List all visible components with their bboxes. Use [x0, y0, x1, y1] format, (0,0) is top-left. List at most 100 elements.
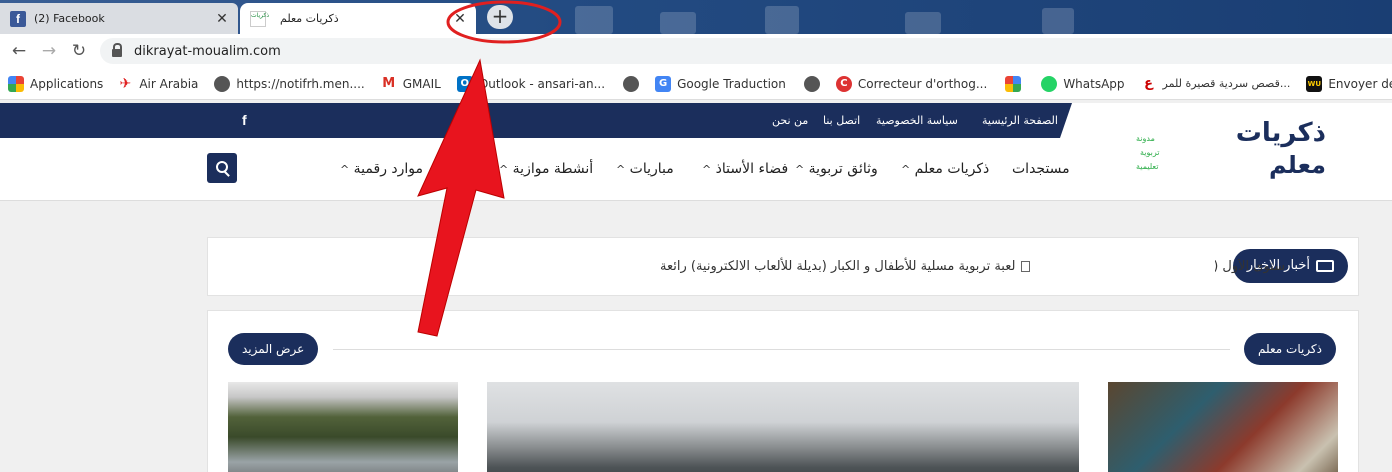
forward-arrow-icon[interactable]: →: [38, 41, 60, 61]
google-translate-icon: G: [655, 75, 672, 92]
logo-tag: مدونة: [1136, 134, 1155, 143]
new-tab-button[interactable]: +: [487, 5, 513, 29]
site-header: ذكريات معلم مدونة تربوية تعليمية مستجدات…: [0, 120, 1392, 201]
featured-post-image[interactable]: [487, 382, 1079, 472]
menu-item-documents[interactable]: ^ وثائق تربوية: [795, 161, 878, 177]
bookmark-western-union[interactable]: WU Envoyer de l'argent...: [1306, 75, 1392, 92]
menu-item-contests[interactable]: ^ مباريات: [616, 161, 674, 177]
top-link-about[interactable]: من نحن: [772, 114, 808, 127]
menu-item-teacher-space[interactable]: ^ فضاء الأستاذ: [702, 161, 788, 177]
chevron-icon: ^: [795, 163, 805, 176]
outlook-icon: O: [456, 75, 473, 92]
bookmark-arabic-stories[interactable]: ع قصص سردية قصيرة للمر...: [1140, 75, 1291, 92]
news-item[interactable]: لعبة تربوية مسلية للأطفال و الكبار (بديل…: [660, 259, 1036, 274]
google-icon: [1005, 75, 1022, 92]
site-top-bar: الصفحة الرئيسية سياسة الخصوصية اتصل بنا …: [0, 103, 1392, 138]
tab-dikrayat[interactable]: ذكريات ذكريات معلم ✕: [240, 3, 476, 34]
tab-facebook[interactable]: f (2) Facebook ✕: [0, 3, 238, 34]
top-link-contact[interactable]: اتصل بنا: [823, 114, 860, 127]
menu-label: موارد رقمية: [353, 161, 424, 177]
document-icon: [1021, 261, 1031, 272]
wu-icon: WU: [1306, 75, 1323, 92]
whatsapp-icon: [1041, 75, 1058, 92]
bookmark-outlook[interactable]: O Outlook - ansari-an...: [456, 75, 606, 92]
lock-icon: [112, 43, 122, 57]
top-bar-white-area: [1060, 103, 1392, 138]
airplane-icon: ✈: [119, 75, 132, 92]
menu-label: وثائق تربوية: [808, 161, 878, 177]
gmail-icon: M: [380, 75, 397, 92]
reload-icon[interactable]: ↻: [68, 41, 90, 61]
bookmark-label: GMAIL: [402, 76, 441, 91]
desktop-wallpaper-shape: [905, 12, 941, 34]
divider: [333, 349, 1230, 350]
logo-tag: تعليمية: [1136, 162, 1159, 171]
top-link-privacy[interactable]: سياسة الخصوصية: [876, 114, 958, 127]
menu-label: أنشطة موازية: [512, 161, 594, 177]
address-bar[interactable]: dikrayat-moualim.com: [100, 38, 1392, 64]
bookmark-label: Google Traduction: [677, 76, 786, 91]
tab-strip: f (2) Facebook ✕ ذكريات ذكريات معلم ✕ +: [0, 0, 1392, 34]
logo-second-text: معلم: [1268, 151, 1326, 179]
chevron-icon: ^: [702, 163, 712, 176]
close-tab-icon[interactable]: ✕: [214, 11, 230, 27]
reverso-icon: C: [835, 75, 852, 92]
chevron-icon: ^: [499, 163, 509, 176]
bookmark-label: WhatsApp: [1063, 76, 1125, 91]
bookmark-label: https://notifrh.men....: [236, 76, 365, 91]
bookmark-google-traduction[interactable]: G Google Traduction: [655, 75, 786, 92]
bookmark-whatsapp[interactable]: WhatsApp: [1041, 75, 1125, 92]
teacher-memories-section: ذكريات معلم عرض المزيد: [207, 310, 1359, 472]
news-item-text: لعبة تربوية مسلية للأطفال و الكبار (بديل…: [660, 259, 1016, 274]
web-page: الصفحة الرئيسية سياسة الخصوصية اتصل بنا …: [0, 101, 1392, 472]
bookmark-label: قصص سردية قصيرة للمر...: [1162, 77, 1291, 90]
bookmark-google[interactable]: [1005, 75, 1027, 92]
logo-main-text: ذكريات: [1235, 118, 1326, 148]
facebook-icon[interactable]: f: [242, 112, 247, 128]
search-button[interactable]: [207, 153, 237, 183]
menu-item-news[interactable]: مستجدات: [1012, 161, 1070, 177]
back-arrow-icon[interactable]: ←: [8, 41, 30, 61]
bookmark-label: Applications: [30, 76, 104, 91]
desktop-wallpaper-shape: [660, 12, 696, 34]
menu-label: مباريات: [629, 161, 674, 177]
bookmark-globe[interactable]: [623, 75, 645, 92]
tab-title: (2) Facebook: [34, 12, 105, 25]
chevron-icon: ^: [901, 163, 911, 176]
chevron-icon: ^: [616, 163, 626, 176]
apps-grid-icon: [8, 75, 24, 92]
site-logo[interactable]: ذكريات معلم مدونة تربوية تعليمية: [1132, 120, 1332, 194]
menu-item-activities[interactable]: ^ أنشطة موازية: [499, 161, 593, 177]
post-thumbnail[interactable]: [1108, 382, 1338, 472]
bookmark-label: Outlook - ansari-an...: [478, 76, 606, 91]
globe-icon: [623, 75, 640, 92]
menu-item-digital-resources[interactable]: ^ موارد رقمية: [340, 161, 423, 177]
desktop-wallpaper-shape: [765, 6, 799, 34]
chevron-icon: ^: [340, 163, 350, 176]
section-title: ذكريات معلم: [1244, 333, 1336, 365]
bookmark-notifrh[interactable]: https://notifrh.men....: [214, 75, 365, 92]
news-item[interactable]: ستوى الأول (CP) نموذجا: [1215, 259, 1285, 274]
menu-label: ذكريات معلم: [914, 161, 990, 177]
desktop-wallpaper-shape: [1042, 8, 1074, 34]
globe-icon: [214, 75, 231, 92]
top-link-home[interactable]: الصفحة الرئيسية: [982, 114, 1058, 127]
bookmark-globe[interactable]: [803, 75, 826, 92]
desktop-wallpaper-shape: [575, 6, 613, 34]
bookmark-gmail[interactable]: M GMAIL: [380, 75, 441, 92]
bookmark-applications[interactable]: Applications: [8, 75, 104, 92]
bookmark-correcteur[interactable]: C Correcteur d'orthog...: [835, 75, 988, 92]
site-favicon: ذكريات: [250, 10, 269, 27]
more-button[interactable]: عرض المزيد: [228, 333, 319, 365]
news-ticker: أخبار الاخبار ستوى الأول (CP) نموذجا لعب…: [207, 237, 1359, 296]
tab-title: ذكريات معلم: [280, 12, 339, 25]
bookmark-label: Correcteur d'orthog...: [857, 76, 988, 91]
menu-item-teacher-memories[interactable]: ^ ذكريات معلم: [901, 161, 989, 177]
bookmark-label: Envoyer de l'argent...: [1328, 76, 1392, 91]
news-item-text: ستوى الأول (CP) نموذجا: [1215, 259, 1285, 274]
globe-icon: [803, 75, 820, 92]
post-thumbnail[interactable]: [228, 382, 458, 472]
bookmark-label: Air Arabia: [139, 76, 199, 91]
close-tab-icon[interactable]: ✕: [452, 11, 468, 27]
bookmark-air-arabia[interactable]: ✈ Air Arabia: [117, 76, 198, 92]
